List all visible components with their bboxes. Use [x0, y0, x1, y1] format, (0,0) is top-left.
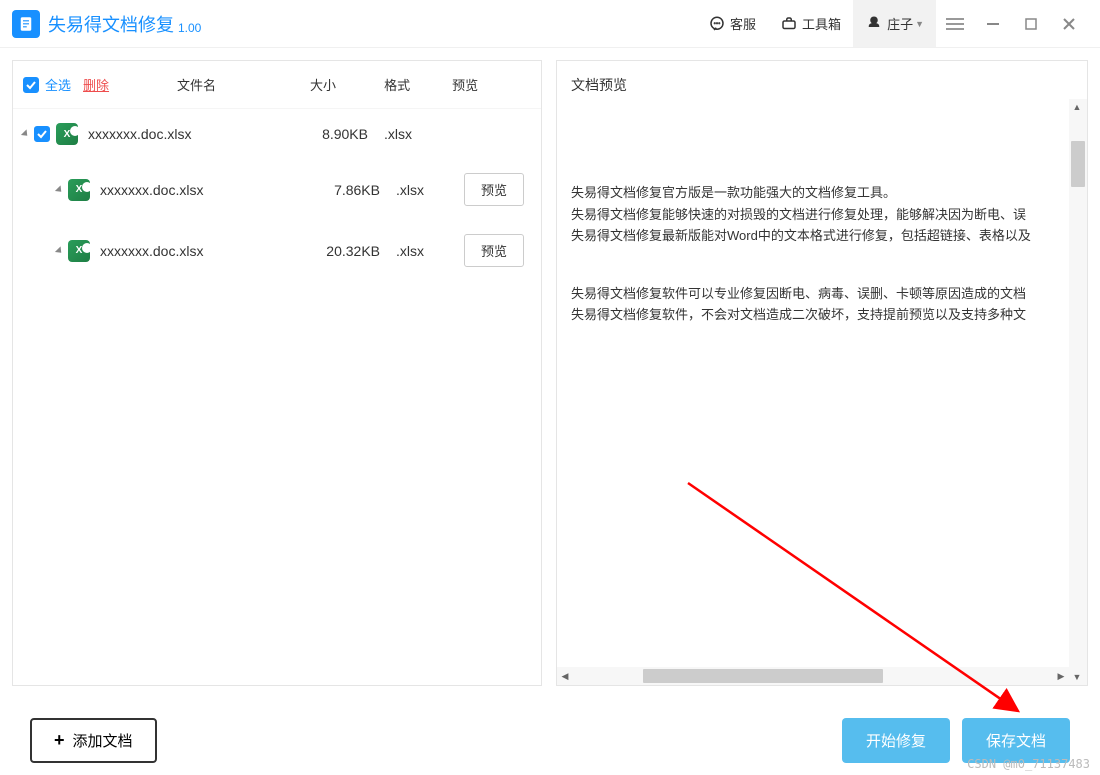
preview-body: 失易得文档修复官方版是一款功能强大的文档修复工具。失易得文档修复能够快速的对损毁…	[557, 109, 1087, 685]
file-format: .xlsx	[380, 243, 440, 259]
file-name: xxxxxxx.doc.xlsx	[100, 243, 300, 259]
col-preview: 预览	[452, 75, 478, 94]
toolbox-label: 工具箱	[802, 14, 841, 33]
user-name: 庄子	[887, 14, 913, 33]
chat-icon	[708, 15, 726, 33]
file-checkbox[interactable]	[34, 126, 50, 142]
watermark: CSDN @m0_71137483	[967, 757, 1090, 771]
preview-line: 失易得文档修复软件，不会对文档造成二次破坏，支持提前预览以及支持多种文	[571, 305, 1073, 325]
excel-file-icon: X	[56, 123, 78, 145]
customer-service-label: 客服	[730, 14, 756, 33]
customer-service-button[interactable]: 客服	[696, 0, 768, 47]
file-row[interactable]: Xxxxxxxx.doc.xlsx20.32KB.xlsx 预览	[13, 220, 541, 281]
chevron-down-icon: ▼	[915, 19, 924, 29]
excel-file-icon: X	[68, 179, 90, 201]
user-menu-button[interactable]: 庄子 ▼	[853, 0, 936, 47]
file-size: 7.86KB	[300, 182, 380, 198]
scroll-down-icon: ▼	[1069, 669, 1085, 685]
horizontal-scrollbar[interactable]: ◀ ▶	[557, 667, 1069, 685]
close-button[interactable]	[1050, 0, 1088, 47]
scroll-left-icon: ◀	[557, 668, 573, 684]
toolbox-icon	[780, 15, 798, 33]
file-name: xxxxxxx.doc.xlsx	[88, 126, 288, 142]
tree-caret-icon[interactable]	[55, 185, 64, 194]
preview-line: 失易得文档修复软件可以专业修复因断电、病毒、误删、卡顿等原因造成的文档	[571, 284, 1073, 304]
plus-icon: +	[54, 730, 65, 751]
file-size: 20.32KB	[300, 243, 380, 259]
preview-button[interactable]: 预览	[464, 234, 524, 267]
tree-caret-icon[interactable]	[21, 129, 30, 138]
file-size: 8.90KB	[288, 126, 368, 142]
col-filename: 文件名	[177, 75, 216, 94]
select-all-label: 全选	[45, 75, 71, 94]
minimize-button[interactable]	[974, 0, 1012, 47]
vertical-scroll-thumb[interactable]	[1071, 141, 1085, 187]
file-format: .xlsx	[368, 126, 428, 142]
scroll-up-icon: ▲	[1069, 99, 1085, 115]
add-document-button[interactable]: + 添加文档	[30, 718, 157, 763]
delete-link[interactable]: 删除	[83, 75, 109, 94]
file-row[interactable]: Xxxxxxxx.doc.xlsx7.86KB.xlsx 预览	[13, 159, 541, 220]
toolbox-button[interactable]: 工具箱	[768, 0, 853, 47]
tree-caret-icon[interactable]	[55, 246, 64, 255]
start-repair-button[interactable]: 开始修复	[842, 718, 950, 763]
horizontal-scroll-thumb[interactable]	[643, 669, 883, 683]
preview-panel: 文档预览 失易得文档修复官方版是一款功能强大的文档修复工具。失易得文档修复能够快…	[556, 60, 1088, 686]
preview-line: 失易得文档修复能够快速的对损毁的文档进行修复处理，能够解决因为断电、误	[571, 205, 1073, 225]
app-logo-icon	[12, 10, 40, 38]
col-format: 格式	[384, 75, 410, 94]
preview-title: 文档预览	[557, 61, 1087, 109]
menu-button[interactable]	[936, 0, 974, 47]
app-title: 失易得文档修复	[48, 11, 174, 37]
file-name: xxxxxxx.doc.xlsx	[100, 182, 300, 198]
app-version: 1.00	[178, 21, 201, 35]
excel-file-icon: X	[68, 240, 90, 262]
add-document-label: 添加文档	[73, 730, 133, 751]
file-list-panel: 全选 删除 文件名 大小 格式 预览 Xxxxxxxx.doc.xlsx8.90…	[12, 60, 542, 686]
file-row[interactable]: Xxxxxxxx.doc.xlsx8.90KB.xlsx	[13, 109, 541, 159]
list-header: 全选 删除 文件名 大小 格式 预览	[13, 61, 541, 109]
select-all-checkbox[interactable]	[23, 77, 39, 93]
vertical-scrollbar[interactable]: ▲ ▼	[1069, 99, 1087, 685]
preview-line: 失易得文档修复官方版是一款功能强大的文档修复工具。	[571, 183, 1073, 203]
scroll-right-icon: ▶	[1053, 668, 1069, 684]
file-format: .xlsx	[380, 182, 440, 198]
file-list: Xxxxxxxx.doc.xlsx8.90KB.xlsxXxxxxxxx.doc…	[13, 109, 541, 685]
preview-line: 失易得文档修复最新版能对Word中的文本格式进行修复，包括超链接、表格以及	[571, 226, 1073, 246]
maximize-button[interactable]	[1012, 0, 1050, 47]
preview-button[interactable]: 预览	[464, 173, 524, 206]
user-avatar-icon	[865, 15, 883, 33]
col-size: 大小	[310, 75, 336, 94]
